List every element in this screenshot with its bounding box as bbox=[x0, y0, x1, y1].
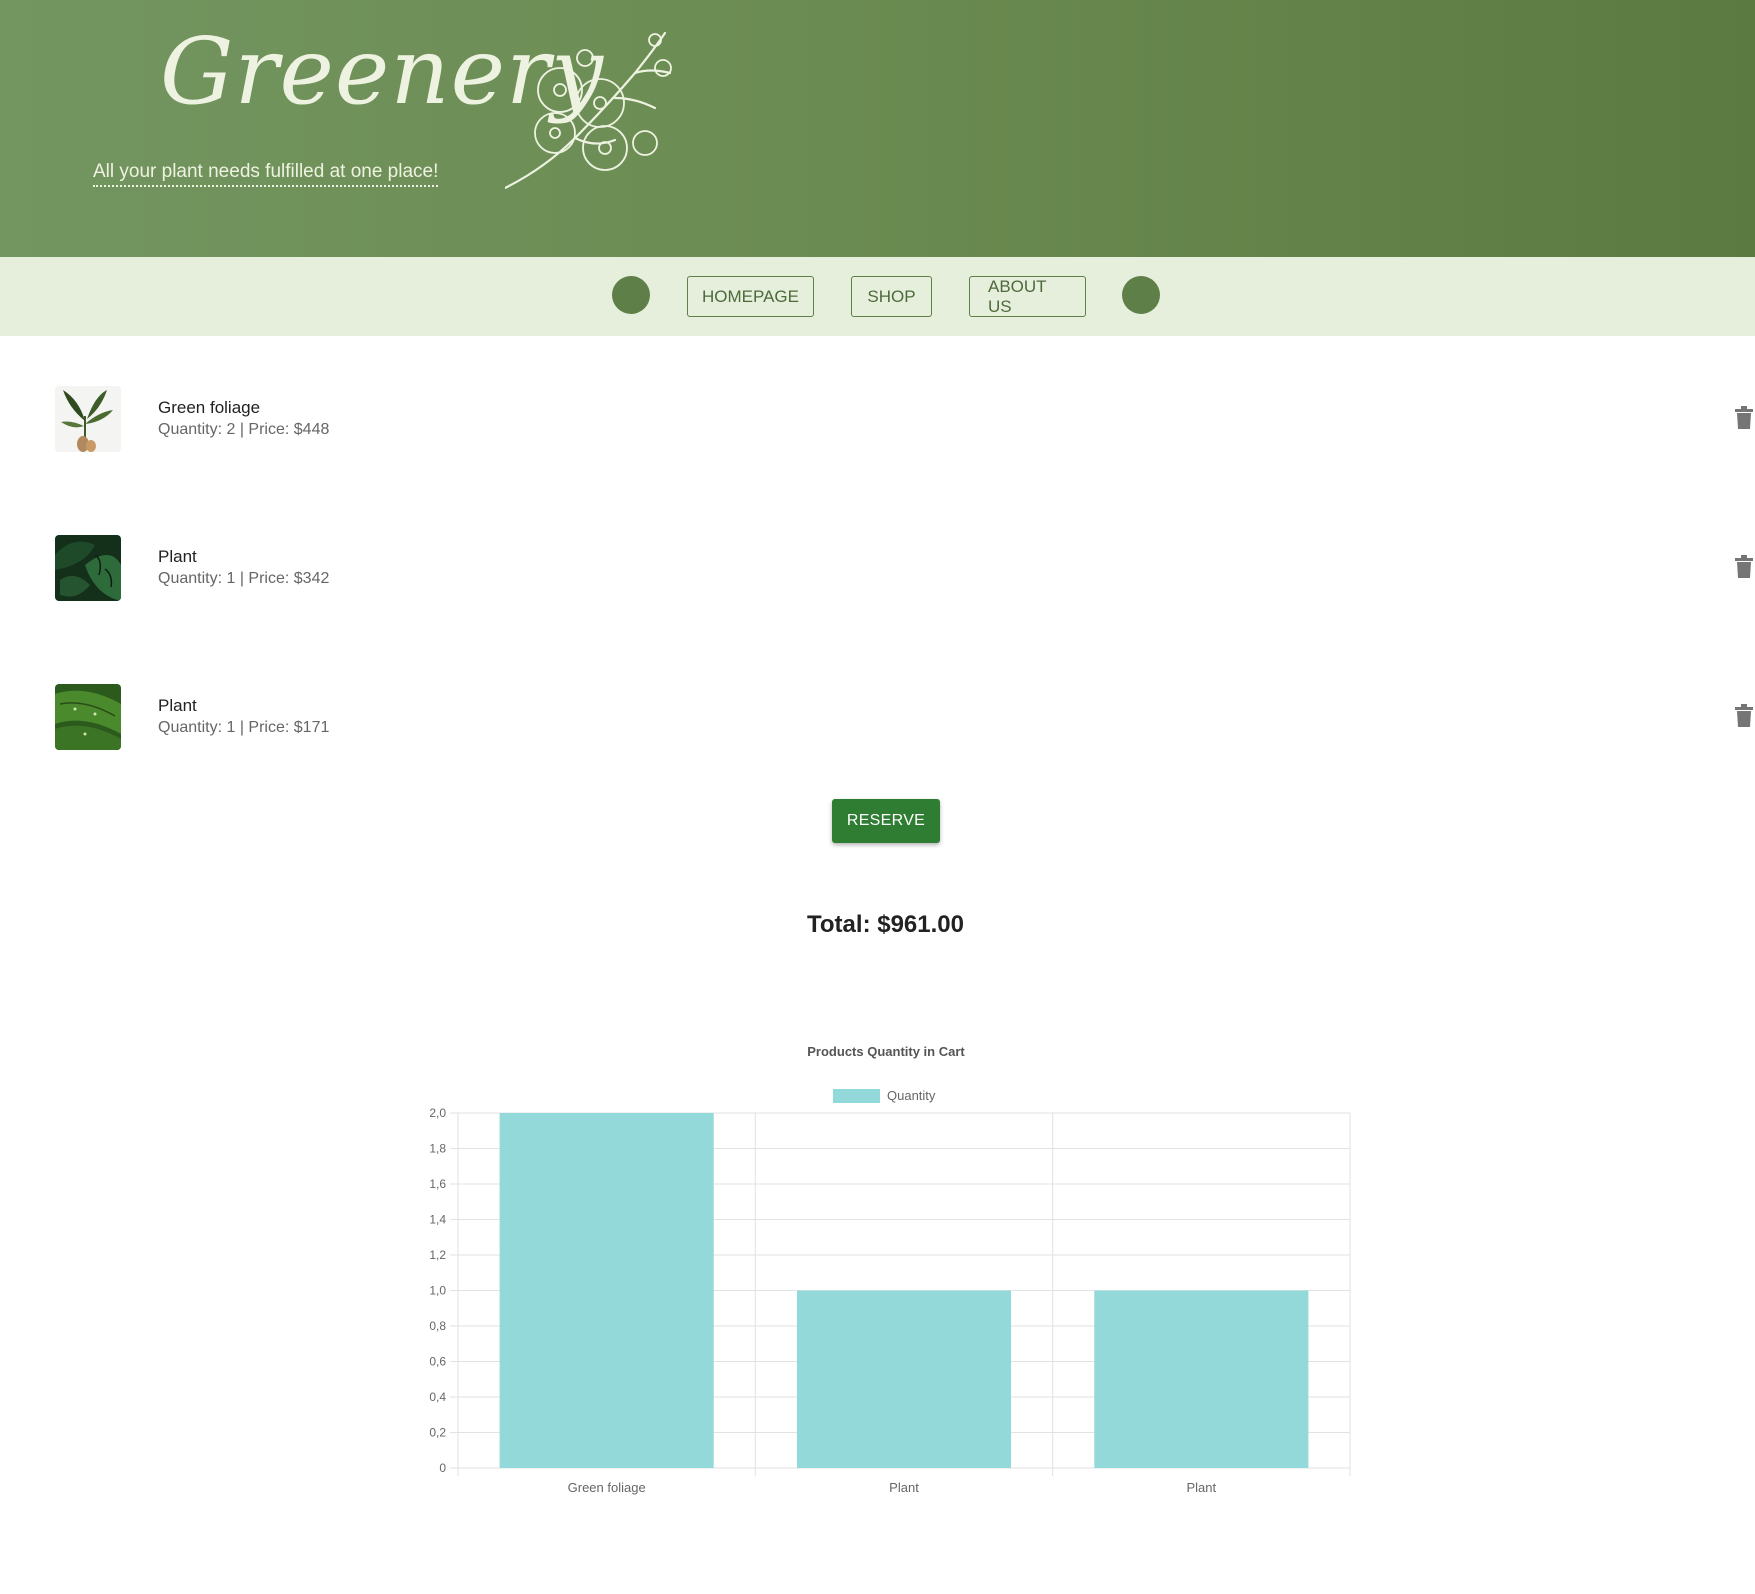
y-tick-label: 0,4 bbox=[429, 1390, 446, 1404]
chart-title: Products Quantity in Cart bbox=[807, 1044, 965, 1059]
legend-label: Quantity bbox=[887, 1088, 936, 1103]
item-quantity-price: Quantity: 1 | Price: $171 bbox=[158, 719, 330, 736]
legend-swatch bbox=[833, 1089, 880, 1103]
nav-about-button[interactable]: ABOUT US bbox=[969, 276, 1086, 317]
y-tick-label: 1,6 bbox=[429, 1177, 446, 1191]
nav-right-dot[interactable] bbox=[1122, 276, 1160, 314]
y-tick-label: 1,8 bbox=[429, 1142, 446, 1156]
item-name: Plant bbox=[158, 696, 197, 715]
cart-item: Plant Quantity: 1 | Price: $342 bbox=[0, 535, 1755, 601]
header: Greenery All your plant needs fulfilled … bbox=[0, 0, 1755, 257]
reserve-button[interactable]: RESERVE bbox=[832, 799, 940, 843]
navbar: HOMEPAGE SHOP ABOUT US bbox=[0, 257, 1755, 336]
y-tick-label: 0 bbox=[439, 1461, 446, 1475]
item-quantity-price: Quantity: 2 | Price: $448 bbox=[158, 421, 330, 438]
nav-left-dot[interactable] bbox=[612, 276, 650, 314]
y-tick-label: 0,2 bbox=[429, 1426, 446, 1440]
product-thumbnail bbox=[55, 684, 121, 750]
trash-icon[interactable] bbox=[1733, 406, 1755, 430]
bar bbox=[1094, 1290, 1309, 1468]
y-tick-label: 0,6 bbox=[429, 1355, 446, 1369]
bar bbox=[499, 1113, 714, 1468]
item-quantity-price: Quantity: 1 | Price: $342 bbox=[158, 570, 330, 587]
product-thumbnail bbox=[55, 386, 121, 452]
x-tick-label: Green foliage bbox=[568, 1480, 646, 1495]
item-name: Green foliage bbox=[158, 398, 261, 417]
bar bbox=[796, 1290, 1012, 1468]
tagline: All your plant needs fulfilled at one pl… bbox=[93, 161, 439, 187]
blossom-illustration bbox=[505, 31, 672, 190]
cart-item: Plant Quantity: 1 | Price: $171 bbox=[0, 684, 1755, 750]
y-tick-label: 0,8 bbox=[429, 1319, 446, 1333]
cart-total: Total: $961.00 bbox=[807, 911, 964, 938]
product-thumbnail bbox=[55, 535, 121, 601]
y-tick-label: 1,4 bbox=[429, 1213, 446, 1227]
x-tick-label: Plant bbox=[1187, 1480, 1217, 1495]
nav-homepage-button[interactable]: HOMEPAGE bbox=[687, 276, 814, 317]
cart-item: Green foliage Quantity: 2 | Price: $448 bbox=[0, 386, 1755, 452]
y-tick-label: 2,0 bbox=[429, 1106, 446, 1120]
quantity-bar-chart: Products Quantity in Cart Quantity 0 0,2 0,4… bbox=[429, 1044, 1351, 1495]
y-tick-label: 1,0 bbox=[429, 1284, 446, 1298]
trash-icon[interactable] bbox=[1733, 704, 1755, 728]
x-tick-label: Plant bbox=[889, 1480, 919, 1495]
nav-shop-button[interactable]: SHOP bbox=[851, 276, 932, 317]
item-name: Plant bbox=[158, 547, 197, 566]
trash-icon[interactable] bbox=[1733, 555, 1755, 579]
y-tick-label: 1,2 bbox=[429, 1248, 446, 1262]
